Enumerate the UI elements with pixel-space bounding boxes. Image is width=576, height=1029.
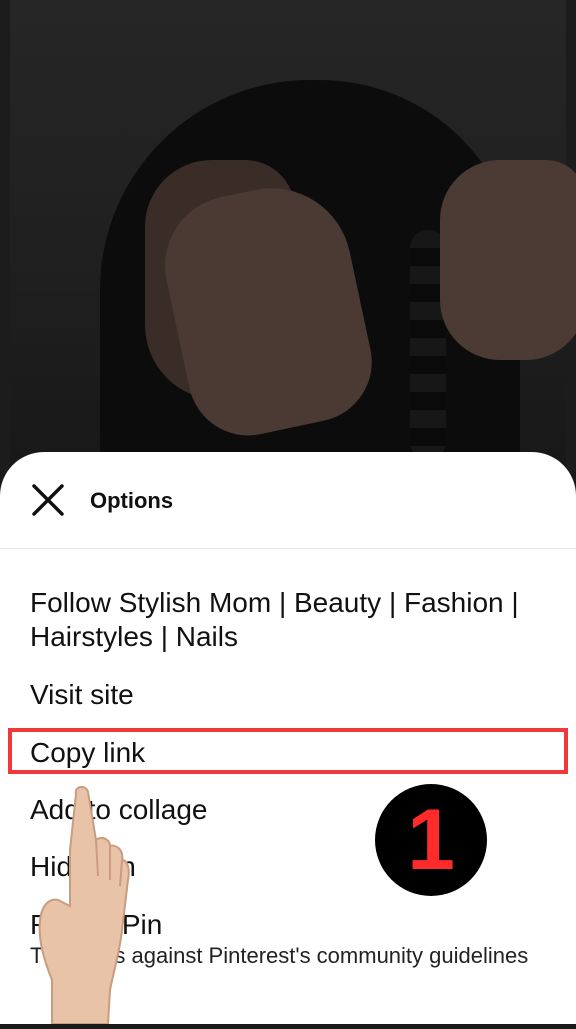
- close-icon[interactable]: [28, 480, 68, 520]
- menu-item-visit-site[interactable]: Visit site: [30, 678, 550, 712]
- pin-image-backdrop: [0, 0, 576, 470]
- step-number-badge: 1: [375, 784, 487, 896]
- pointing-hand-icon: [30, 780, 130, 1025]
- pin-photo: [10, 0, 576, 470]
- sheet-header: Options: [0, 452, 576, 549]
- sheet-title: Options: [90, 488, 174, 513]
- copy-link-highlight-box: [8, 728, 568, 774]
- menu-item-follow[interactable]: Follow Stylish Mom | Beauty | Fashion | …: [30, 586, 550, 654]
- photo-hand-right: [440, 160, 576, 360]
